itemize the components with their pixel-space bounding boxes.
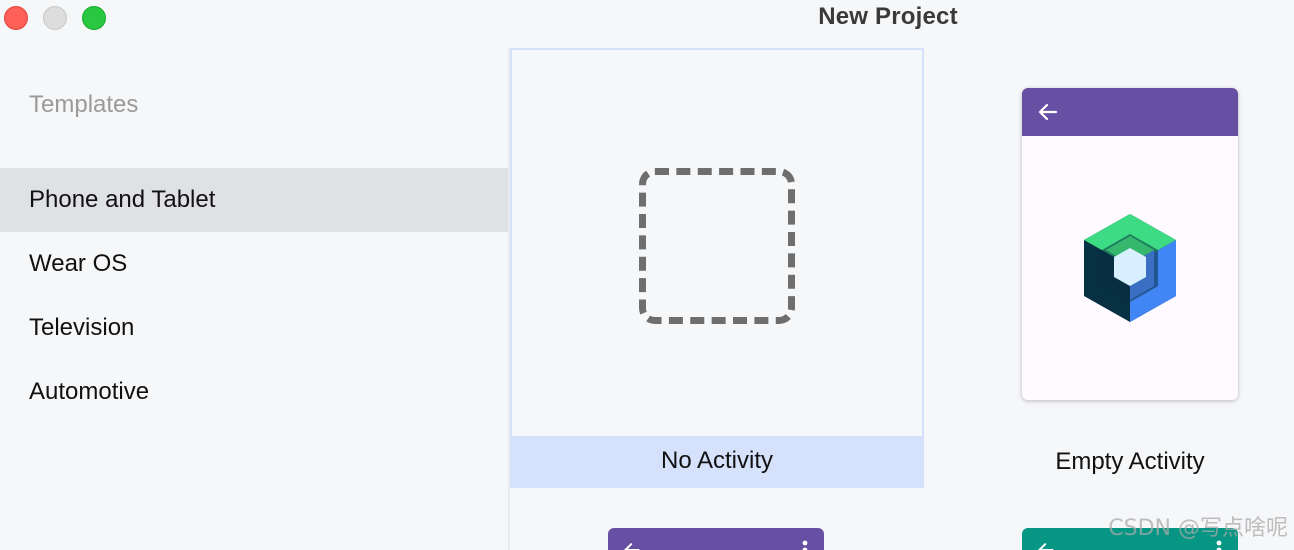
sidebar-heading: Templates — [29, 91, 139, 118]
sidebar-item-wear-os[interactable]: Wear OS — [0, 232, 508, 296]
back-arrow-icon — [1037, 543, 1054, 550]
sidebar: Templates Phone and Tablet Wear OS Telev… — [0, 50, 508, 550]
back-arrow-icon — [1038, 103, 1058, 121]
dashed-square-icon — [639, 168, 795, 324]
template-card-no-activity[interactable]: No Activity — [510, 48, 924, 488]
back-arrow-icon — [623, 543, 640, 550]
app-bar — [1022, 88, 1238, 136]
sidebar-item-automotive[interactable]: Automotive — [0, 360, 508, 424]
sidebar-item-television[interactable]: Television — [0, 296, 508, 360]
new-project-window: New Project Templates Phone and Tablet W… — [0, 0, 1294, 550]
template-card-empty-activity[interactable]: Empty Activity — [1020, 48, 1240, 488]
template-label: Empty Activity — [1055, 448, 1205, 475]
sidebar-item-phone-and-tablet[interactable]: Phone and Tablet — [0, 168, 508, 232]
more-vert-icon — [802, 540, 808, 550]
window-title: New Project — [818, 3, 958, 30]
template-card-partial-1[interactable] — [608, 528, 824, 550]
watermark: CSDN @写点啥呢 — [1108, 516, 1288, 541]
template-label: No Activity — [512, 436, 922, 486]
jetpack-compose-icon — [1084, 214, 1176, 322]
sidebar-list: Phone and Tablet Wear OS Television Auto… — [0, 168, 508, 424]
phone-preview — [1022, 88, 1238, 400]
